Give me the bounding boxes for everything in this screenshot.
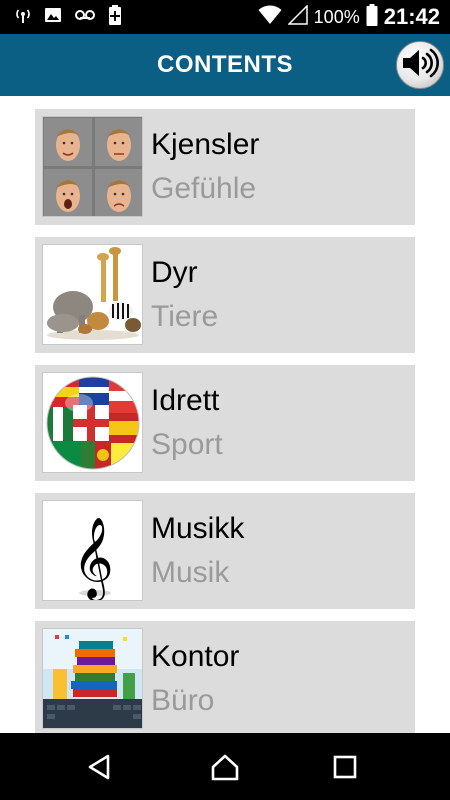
battery-percentage: 100% xyxy=(313,6,360,27)
category-item-kjensler[interactable]: Kjensler Gefühle xyxy=(35,109,415,225)
office-books-thumbnail xyxy=(42,628,143,729)
status-bar-system: 100% 21:42 xyxy=(258,3,440,31)
voicemail-icon xyxy=(74,6,96,29)
home-icon xyxy=(209,754,241,787)
svg-text:𝄞: 𝄞 xyxy=(72,516,113,601)
navigation-bar xyxy=(0,733,450,800)
wifi-icon xyxy=(258,5,282,30)
status-bar-notifications xyxy=(14,4,122,30)
back-icon xyxy=(84,754,116,787)
category-translation: Sport xyxy=(151,428,223,461)
sound-button[interactable] xyxy=(396,41,444,89)
category-label: Musikk xyxy=(151,512,245,545)
category-item-musikk[interactable]: 𝄞 Musikk Musik xyxy=(35,493,415,609)
home-button[interactable] xyxy=(209,751,241,783)
status-bar: 100% 21:42 xyxy=(0,0,450,34)
category-list: Kjensler Gefühle Dyr Tiere Idrett Sport … xyxy=(35,109,415,749)
app-header: CONTENTS xyxy=(0,34,450,96)
faces-thumbnail xyxy=(42,116,143,217)
image-icon xyxy=(44,6,62,29)
category-translation: Musik xyxy=(151,556,230,589)
category-label: Kontor xyxy=(151,640,240,673)
recents-button[interactable] xyxy=(329,751,361,783)
speaker-icon xyxy=(401,48,439,83)
clock: 21:42 xyxy=(383,4,440,29)
recents-icon xyxy=(329,755,361,787)
treble-clef-thumbnail: 𝄞 xyxy=(42,500,143,601)
wireless-signal-icon xyxy=(14,6,32,29)
back-button[interactable] xyxy=(84,751,116,783)
battery-plus-icon xyxy=(108,4,122,30)
category-translation: Büro xyxy=(151,684,215,717)
battery-icon xyxy=(366,3,378,31)
cell-signal-icon xyxy=(286,3,308,30)
category-translation: Gefühle xyxy=(151,172,257,205)
category-translation: Tiere xyxy=(151,300,219,333)
category-label: Dyr xyxy=(151,256,198,289)
page-title: CONTENTS xyxy=(157,51,293,78)
category-label: Kjensler xyxy=(151,128,260,161)
category-item-idrett[interactable]: Idrett Sport xyxy=(35,365,415,481)
category-item-kontor[interactable]: Kontor Büro xyxy=(35,621,415,737)
category-item-dyr[interactable]: Dyr Tiere xyxy=(35,237,415,353)
animals-thumbnail xyxy=(42,244,143,345)
category-label: Idrett xyxy=(151,384,220,417)
flag-ball-thumbnail xyxy=(42,372,143,473)
